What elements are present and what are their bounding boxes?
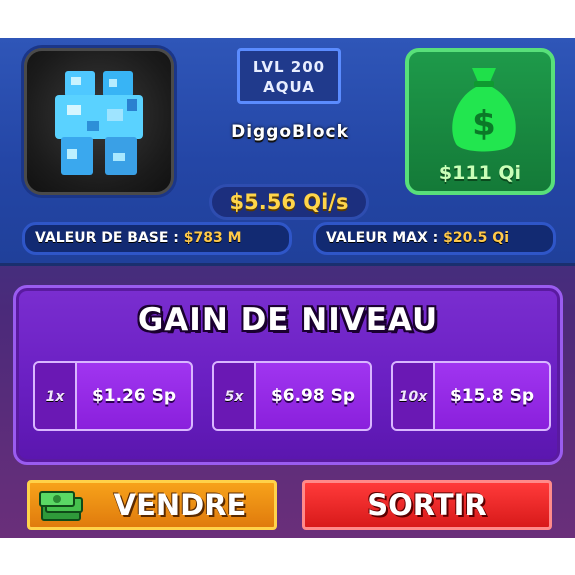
sell-button[interactable]: VENDRE bbox=[27, 480, 277, 530]
money-bag-icon: $ bbox=[452, 68, 516, 152]
upgrade-title: GAIN DE NIVEAU bbox=[137, 302, 439, 338]
item-preview bbox=[24, 48, 174, 195]
base-value: $783 M bbox=[183, 230, 242, 246]
cash-balance-box: $ $111 Qi bbox=[405, 48, 555, 195]
max-value: $20.5 Qi bbox=[443, 230, 509, 246]
upgrade-multiplier: 1x bbox=[35, 363, 77, 429]
svg-text:$: $ bbox=[472, 104, 496, 144]
sell-label: VENDRE bbox=[113, 488, 247, 522]
upgrade-5x-button[interactable]: 5x $6.98 Sp bbox=[212, 361, 372, 431]
upgrade-price: $1.26 Sp bbox=[91, 386, 177, 406]
diamond-block-creature-icon bbox=[55, 71, 143, 175]
income-rate: $5.56 Qi/s bbox=[209, 184, 369, 220]
base-value-pill: VALEUR DE BASE : $783 M bbox=[22, 222, 292, 255]
upgrade-1x-button[interactable]: 1x $1.26 Sp bbox=[33, 361, 193, 431]
exit-label: SORTIR bbox=[367, 488, 487, 522]
level-upgrade-panel: GAIN DE NIVEAU 1x $1.26 Sp 5x $6.98 Sp 1… bbox=[13, 285, 563, 465]
variant-text: AQUA bbox=[263, 78, 315, 96]
upgrade-multiplier: 5x bbox=[214, 363, 256, 429]
upgrade-price: $15.8 Sp bbox=[449, 386, 535, 406]
item-info-panel: LVL 200 AQUA DiggoBlock $5.56 Qi/s $ $11… bbox=[0, 38, 575, 266]
exit-button[interactable]: SORTIR bbox=[302, 480, 552, 530]
level-badge: LVL 200 AQUA bbox=[237, 48, 341, 104]
upgrade-price: $6.98 Sp bbox=[270, 386, 356, 406]
item-details-dialog: LVL 200 AQUA DiggoBlock $5.56 Qi/s $ $11… bbox=[0, 38, 575, 538]
max-value-label: VALEUR MAX : bbox=[326, 230, 439, 246]
max-value-pill: VALEUR MAX : $20.5 Qi bbox=[313, 222, 556, 255]
item-name: DiggoBlock bbox=[231, 122, 349, 142]
upgrade-10x-button[interactable]: 10x $15.8 Sp bbox=[391, 361, 551, 431]
upgrade-multiplier: 10x bbox=[393, 363, 435, 429]
base-value-label: VALEUR DE BASE : bbox=[35, 230, 179, 246]
cash-amount: $111 Qi bbox=[438, 162, 522, 184]
level-text: LVL 200 bbox=[252, 58, 326, 76]
cash-stack-icon bbox=[39, 491, 83, 521]
